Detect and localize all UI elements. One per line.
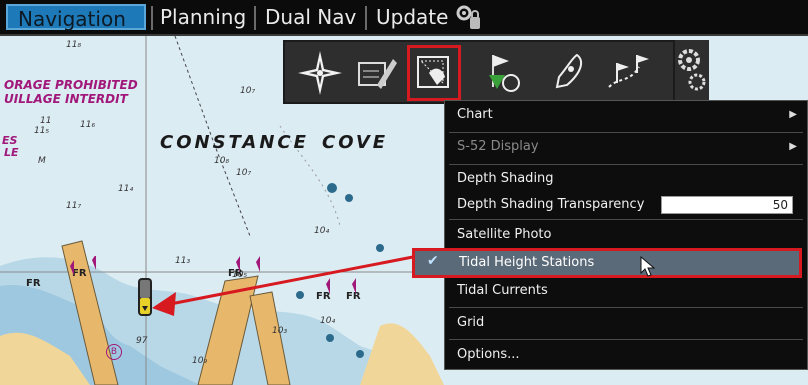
tidal-height-station-icon[interactable] (135, 276, 155, 320)
vessel-button[interactable] (543, 47, 593, 99)
route-pencil-icon (358, 59, 397, 89)
chart-options-menu: Chart ▶ S-52 Display ▶ Depth Shading Dep… (444, 100, 808, 370)
depth-sounding: 11 (40, 116, 52, 126)
menu-item-label: Satellite Photo (457, 227, 552, 242)
route-edit-button[interactable] (351, 47, 401, 99)
mouse-pointer-icon (640, 256, 656, 277)
chart-toolbar (283, 40, 675, 104)
top-tab-bar: Navigation Planning Dual Nav Update (0, 0, 808, 36)
compass-rose-button[interactable] (295, 47, 345, 99)
menu-item-label: Tidal Currents (457, 283, 548, 298)
transparency-value: 50 (772, 198, 788, 212)
menu-item-tidal-height-stations[interactable]: ✔ Tidal Height Stations (412, 248, 802, 278)
settings-gears-icon[interactable] (453, 3, 485, 31)
side-label-e: LE (4, 146, 19, 159)
compass-rose-icon (298, 51, 342, 95)
menu-item-label: Chart (457, 107, 493, 122)
menu-item-grid[interactable]: Grid (445, 309, 807, 337)
depth-sounding: 11₄ (118, 184, 134, 194)
routes-button[interactable] (603, 47, 653, 99)
depth-sounding: 11₅ (34, 126, 50, 136)
menu-item-chart[interactable]: Chart ▶ (445, 101, 807, 129)
anchorage-note-line2: UILLAGE INTERDIT (4, 92, 128, 106)
menu-item-label: S-52 Display (457, 139, 539, 154)
marker-b: B (106, 344, 122, 360)
chart-overlays-button[interactable] (407, 45, 461, 101)
waypoint-flag-icon (489, 55, 520, 92)
depth-sounding: 10₇ (236, 168, 252, 178)
menu-divider (449, 339, 803, 340)
tab-navigation[interactable]: Navigation (6, 4, 146, 31)
menu-item-satellite-photo[interactable]: Satellite Photo (445, 221, 807, 249)
menu-item-label: Grid (457, 315, 485, 330)
menu-divider (449, 307, 803, 308)
depth-sounding: 10₃ (272, 326, 288, 336)
tab-dual-nav[interactable]: Dual Nav (255, 4, 366, 30)
menu-item-options[interactable]: Options... (445, 341, 807, 369)
depth-sounding: 11₇ (66, 201, 82, 211)
chart-overlays-icon (417, 56, 449, 88)
light-label: FR (26, 278, 41, 289)
anchorage-note-line1: ORAGE PROHIBITED (4, 78, 138, 92)
routes-flags-icon (608, 55, 649, 88)
transparency-slider[interactable]: 50 (661, 196, 793, 214)
menu-item-tidal-currents[interactable]: Tidal Currents (445, 277, 807, 305)
depth-sounding: 10₄ (320, 316, 336, 326)
settings-gear-button[interactable] (675, 40, 709, 104)
chevron-right-icon: ▶ (789, 109, 797, 120)
menu-item-depth-shading-transparency: Depth Shading Transparency 50 (445, 191, 807, 219)
chevron-right-icon: ▶ (789, 141, 797, 152)
waypoint-button[interactable] (479, 47, 529, 99)
menu-item-label: Depth Shading (457, 171, 554, 186)
depth-sounding: 10₉ (192, 356, 208, 366)
menu-divider (449, 219, 803, 220)
menu-item-label: Options... (457, 347, 520, 362)
depth-sounding: 10₇ (240, 86, 256, 96)
place-name-cove: COVE (322, 132, 389, 153)
tab-update[interactable]: Update (366, 4, 458, 30)
depth-sounding: M (38, 156, 46, 166)
place-name-constance: CONSTANCE (160, 132, 309, 153)
depth-sounding: 10₈ (214, 156, 230, 166)
depth-sounding: 11₈ (66, 40, 82, 50)
light-flares-icon (70, 256, 356, 294)
tab-planning[interactable]: Planning (150, 4, 256, 30)
menu-item-s52-display[interactable]: S-52 Display ▶ (445, 133, 807, 161)
checkmark-icon: ✔ (427, 253, 439, 269)
menu-item-label: Tidal Height Stations (459, 255, 595, 270)
depth-sounding: 11₆ (80, 120, 96, 130)
menu-item-label: Depth Shading Transparency (457, 197, 645, 212)
vessel-icon (555, 53, 583, 89)
menu-item-depth-shading[interactable]: Depth Shading (445, 165, 807, 193)
depth-sounding: 97 (136, 336, 148, 346)
gear-icon (678, 49, 706, 91)
depth-sounding: 10₄ (314, 226, 330, 236)
